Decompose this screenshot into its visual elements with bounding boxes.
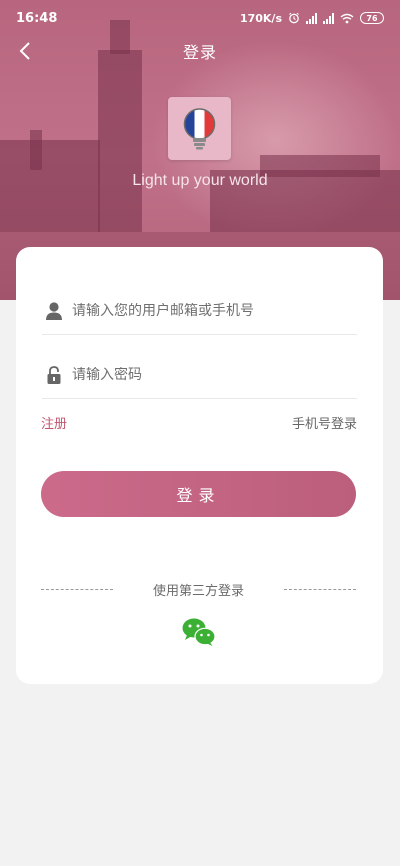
app-logo: [168, 97, 231, 160]
page-title: 登录: [182, 43, 217, 62]
register-link[interactable]: 注册: [41, 413, 67, 432]
wifi-icon: [340, 13, 354, 23]
status-icons: 170K/s 76: [240, 12, 384, 25]
phone-login-link[interactable]: 手机号登录: [292, 413, 357, 432]
password-field: [42, 351, 357, 399]
signal-icon: [306, 12, 317, 24]
wechat-icon: [182, 618, 216, 646]
login-card: 注册 手机号登录 登录 使用第三方登录: [16, 247, 383, 684]
slogan: Light up your world: [132, 172, 268, 189]
wechat-login-button[interactable]: [181, 617, 217, 647]
building-silhouette-left-spire: [30, 130, 42, 170]
third-party-label: 使用第三方登录: [152, 583, 244, 599]
network-speed: 170K/s: [239, 11, 282, 25]
user-icon: [42, 299, 66, 323]
status-bar: 16:48 170K/s 76: [0, 0, 400, 36]
dashed-divider-right: [284, 588, 356, 590]
clock-tower-silhouette: [98, 50, 142, 245]
username-input[interactable]: [72, 302, 357, 319]
alarm-icon: [289, 12, 299, 24]
username-field: [42, 287, 357, 335]
dashed-divider-left: [41, 588, 113, 590]
lock-icon: [42, 363, 66, 387]
password-input[interactable]: [72, 366, 357, 383]
battery-icon: 76: [360, 12, 384, 24]
signal-icon: [323, 12, 334, 24]
status-time: 16:48: [16, 10, 58, 26]
nav-bar: 登录: [0, 36, 400, 66]
login-button[interactable]: 登录: [41, 471, 356, 517]
french-flag-lightbulb-icon: [183, 108, 216, 150]
third-party-divider: 使用第三方登录: [41, 579, 356, 599]
